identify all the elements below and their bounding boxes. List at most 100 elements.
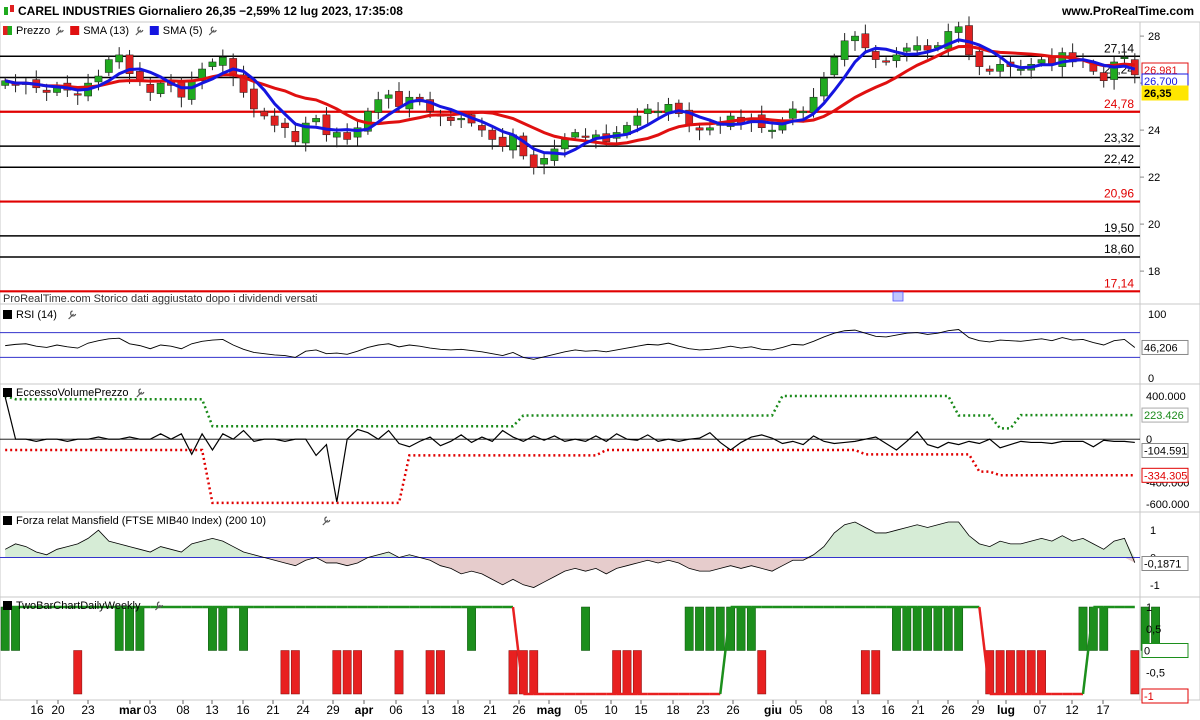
candle-body — [218, 57, 227, 66]
twobar-down-bar — [436, 650, 445, 695]
candle-body — [281, 122, 289, 129]
twobar-up-bar — [943, 606, 953, 651]
x-axis-label: 08 — [819, 703, 833, 717]
x-axis-label: 29 — [326, 703, 340, 717]
price-level-label: 23,32 — [1104, 131, 1134, 145]
twobar-down-bar — [425, 650, 435, 695]
x-axis-label: 17 — [1096, 703, 1110, 717]
mansfield-axis-label: -1 — [1150, 580, 1160, 592]
candle-body — [146, 84, 155, 93]
price-axis-label: 22 — [1148, 172, 1160, 184]
candle-body — [312, 118, 320, 123]
candle-body — [1099, 72, 1108, 82]
candle-body — [695, 127, 704, 131]
legend-sma13-swatch — [70, 26, 80, 35]
twobar-down-bar — [353, 650, 362, 695]
candle-body — [270, 115, 279, 126]
x-axis-label: giu — [764, 703, 782, 717]
twobar-down-bar — [622, 650, 632, 695]
price-axis-label: 18 — [1148, 266, 1160, 278]
candle-body — [799, 111, 808, 114]
x-axis-label: 13 — [205, 703, 219, 717]
twobar-down-bar — [290, 650, 300, 695]
twobar-value-bottom: -1 — [1144, 691, 1154, 703]
legend-mansfield-swatch — [3, 516, 12, 525]
legend-prezzo-swatch-half — [3, 26, 8, 35]
price-level-label: 22,42 — [1104, 152, 1134, 166]
candle-body — [830, 57, 839, 76]
x-axis-label: 07 — [1033, 703, 1047, 717]
candle-body — [384, 94, 393, 99]
candle-body — [395, 91, 403, 107]
twobar-up-bar — [218, 606, 228, 651]
candle-body — [840, 40, 849, 60]
twobar-up-bar — [114, 606, 124, 651]
rsi-axis-label: 0 — [1148, 373, 1154, 385]
twobar-up-bar — [239, 606, 248, 651]
x-axis-label: 26 — [726, 703, 740, 717]
x-axis-label: 18 — [666, 703, 680, 717]
price-level-label: 17,14 — [1104, 276, 1134, 290]
price-level-label: 24,78 — [1104, 97, 1134, 111]
twobar-down-bar — [508, 650, 518, 695]
twobar-down-bar — [995, 650, 1005, 695]
twobar-up-bar — [695, 606, 704, 651]
legend-sma13-label: SMA (13) — [83, 25, 129, 37]
twobar-down-bar — [612, 650, 622, 695]
x-axis-label: 05 — [789, 703, 803, 717]
candle-body — [115, 54, 124, 63]
twobar-down-bar — [529, 650, 539, 695]
twobar-up-bar — [684, 606, 694, 651]
candle-body — [861, 33, 870, 49]
legend-twobar-swatch — [3, 601, 12, 610]
candle-body — [529, 154, 538, 168]
legend-sma5-swatch — [149, 26, 159, 35]
price-level-label: 20,96 — [1104, 187, 1134, 201]
x-axis-label: 13 — [851, 703, 865, 717]
candle-body — [177, 81, 186, 98]
twobar-down-bar — [871, 650, 881, 695]
legend-evp-label: EccessoVolumePrezzo — [16, 387, 129, 399]
evp-panel — [0, 383, 1200, 513]
chart-canvas[interactable]: 27,1426,2424,7823,3222,4220,9619,5018,60… — [0, 0, 1200, 720]
legend-twobar[interactable]: TwoBarChartDailyWeekly — [3, 600, 163, 612]
candle-body — [1037, 59, 1046, 64]
candle-body — [104, 59, 113, 73]
x-axis-label: 26 — [941, 703, 955, 717]
price-axis-label: 28 — [1148, 31, 1160, 43]
candle-body — [343, 132, 352, 140]
twobar-up-bar — [125, 606, 134, 651]
candle-body — [1120, 57, 1129, 59]
candle-body — [260, 111, 269, 117]
candle-body — [633, 115, 642, 126]
twobar-up-bar — [746, 606, 756, 651]
twobar-up-bar — [467, 606, 476, 651]
rsi-panel — [0, 303, 1200, 385]
x-axis-label: 10 — [604, 703, 618, 717]
x-axis-label: 23 — [696, 703, 710, 717]
candle-body — [291, 131, 300, 143]
twobar-up-bar — [1099, 606, 1109, 651]
candle-body — [706, 127, 714, 131]
twobar-down-bar — [860, 650, 870, 695]
dividend-icon — [892, 291, 904, 302]
legend-evp[interactable]: EccessoVolumePrezzo — [3, 387, 145, 399]
twobar-down-bar — [73, 650, 83, 695]
twobar-down-bar — [332, 650, 342, 695]
x-axis-label: 26 — [512, 703, 526, 717]
x-axis-label: 13 — [421, 703, 435, 717]
x-axis-label: mar — [119, 703, 141, 717]
candle-body — [788, 108, 797, 119]
legend-mansfield-label: Forza relat Mansfield (FTSE MIB40 Index)… — [16, 515, 266, 527]
legend-prezzo-label: Prezzo — [16, 25, 50, 37]
twobar-up-bar — [923, 606, 932, 651]
x-axis-label: 06 — [389, 703, 403, 717]
twobar-up-bar — [912, 606, 922, 651]
twobar-down-bar — [280, 650, 290, 695]
twobar-up-bar — [1078, 606, 1088, 651]
candle-body — [902, 47, 911, 52]
twobar-axis-label: 0,5 — [1146, 624, 1161, 636]
twobar-up-bar — [715, 606, 725, 651]
candle-body — [498, 136, 507, 147]
twobar-down-bar — [1037, 650, 1046, 695]
